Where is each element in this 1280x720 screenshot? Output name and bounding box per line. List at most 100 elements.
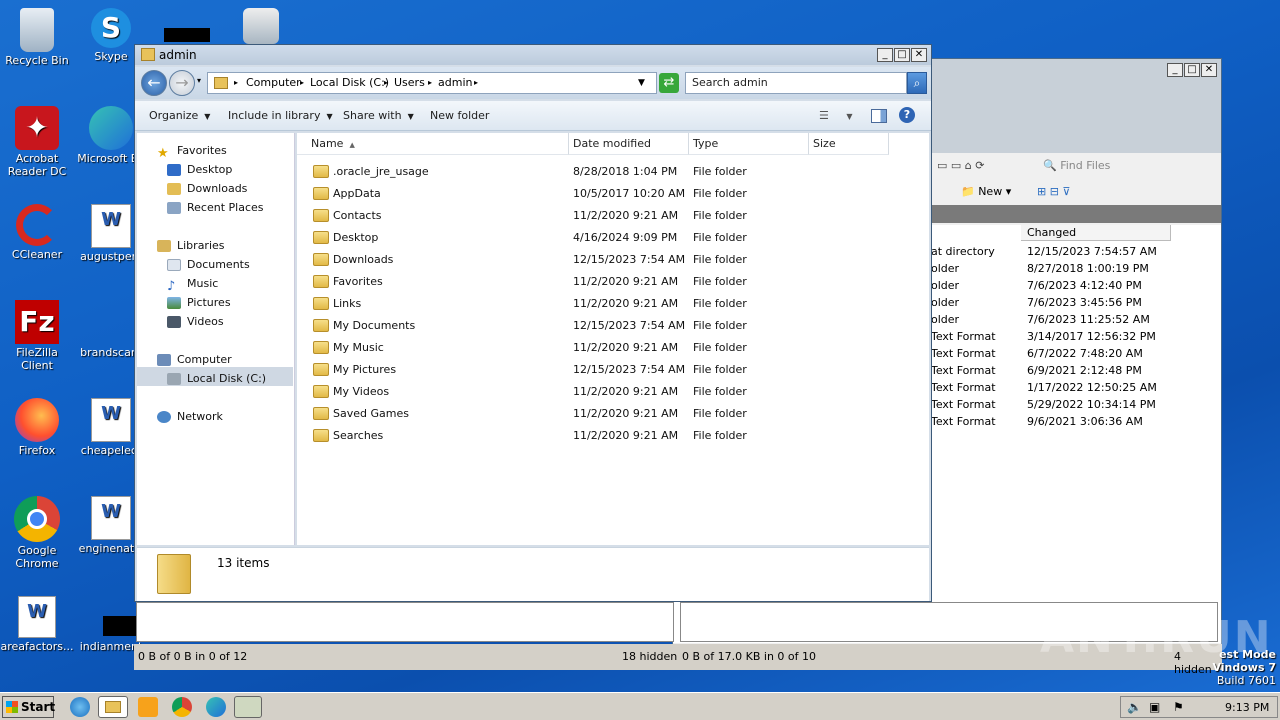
- desktop-icon-label: FileZilla Client: [16, 346, 58, 372]
- nav-music[interactable]: ♪ Music: [167, 275, 218, 294]
- start-button[interactable]: Start: [2, 696, 55, 718]
- column-header-name[interactable]: Name ▲: [297, 133, 569, 155]
- new-folder-button[interactable]: New folder: [430, 109, 489, 122]
- skype-icon: S: [91, 8, 131, 48]
- maximize-button[interactable]: □: [1184, 63, 1200, 77]
- blank-doc-icon: [89, 596, 147, 638]
- file-row[interactable]: .oracle_jre_usage 8/28/2018 1:04 PM File f…: [297, 161, 929, 183]
- videos-icon: [167, 316, 181, 328]
- nav-computer[interactable]: Computer: [157, 351, 232, 369]
- file-row[interactable]: Searches 11/2/2020 9:21 AM File folder: [297, 425, 929, 447]
- forward-button[interactable]: →: [169, 70, 195, 96]
- folder-icon: [313, 253, 329, 266]
- search-input[interactable]: Search admin: [685, 72, 907, 94]
- nav-recent-places[interactable]: Recent Places: [167, 199, 264, 217]
- find-files-button[interactable]: 🔍 Find Files: [1043, 159, 1110, 172]
- flag-icon[interactable]: ⚑: [1173, 700, 1184, 714]
- file-row[interactable]: My Pictures 12/15/2023 7:54 AM File folder: [297, 359, 929, 381]
- refresh-button[interactable]: ⇄: [659, 73, 679, 93]
- include-in-library-button[interactable]: Include in library ▼: [228, 109, 333, 122]
- nav-downloads[interactable]: Downloads: [167, 180, 247, 198]
- desktop-icon-label: brandscare: [80, 346, 142, 359]
- close-button[interactable]: ✕: [911, 48, 927, 62]
- plus-icon[interactable]: ⊞ ⊟ ⊽: [1037, 185, 1070, 198]
- column-header-changed[interactable]: Changed: [1021, 225, 1171, 241]
- desktop-icon-chrome[interactable]: Google Chrome: [0, 496, 74, 570]
- desktop-icon-acrobat[interactable]: ✦ Acrobat Reader DC: [0, 106, 74, 178]
- pictures-icon: [167, 297, 181, 309]
- media-player-icon[interactable]: [138, 697, 158, 717]
- nav-local-disk[interactable]: Local Disk (C:): [167, 370, 266, 388]
- share-with-button[interactable]: Share with ▼: [343, 109, 414, 122]
- desktop-icon-firefox[interactable]: Firefox: [0, 398, 74, 457]
- file-row[interactable]: Saved Games 11/2/2020 9:21 AM File folder: [297, 403, 929, 425]
- address-dropdown-icon[interactable]: ▼: [638, 78, 645, 88]
- breadcrumb-computer[interactable]: Computer: [246, 76, 301, 89]
- file-row[interactable]: AppData 10/5/2017 10:20 AM File folder: [297, 183, 929, 205]
- chrome-taskbar-icon[interactable]: [172, 697, 192, 717]
- file-row[interactable]: My Documents 12/15/2023 7:54 AM File folde…: [297, 315, 929, 337]
- nav-desktop[interactable]: Desktop: [167, 161, 232, 179]
- back-button[interactable]: ←: [141, 70, 167, 96]
- nav-documents[interactable]: Documents: [167, 256, 250, 274]
- edge-taskbar-icon[interactable]: [206, 697, 226, 717]
- breadcrumb-local-disk[interactable]: Local Disk (C:): [310, 76, 389, 89]
- nav-videos[interactable]: Videos: [167, 313, 224, 331]
- explorer-window[interactable]: admin _ □ ✕ ← → ▾ ▸ Computer ▸ Local Dis…: [134, 44, 932, 602]
- search-icon[interactable]: ⌕: [907, 72, 927, 94]
- nav-libraries[interactable]: Libraries: [157, 237, 225, 255]
- folder-icon: [313, 297, 329, 310]
- downloads-icon: [167, 183, 181, 195]
- minimize-button[interactable]: _: [877, 48, 893, 62]
- column-header-type[interactable]: Type: [689, 133, 809, 155]
- maximize-button[interactable]: □: [894, 48, 910, 62]
- recent-pages-dropdown[interactable]: ▾: [197, 76, 201, 85]
- file-row[interactable]: Downloads 12/15/2023 7:54 AM File folder: [297, 249, 929, 271]
- nav-pictures[interactable]: Pictures: [167, 294, 231, 312]
- folder-icon: [313, 165, 329, 178]
- left-panel-bottom[interactable]: [136, 602, 674, 642]
- breadcrumb-admin[interactable]: admin: [438, 76, 472, 89]
- ie-icon[interactable]: [70, 697, 90, 717]
- file-row[interactable]: Links 11/2/2020 9:21 AM File folder: [297, 293, 929, 315]
- desktop-icon-filezilla[interactable]: Fz FileZilla Client: [0, 300, 74, 372]
- breadcrumb-users[interactable]: Users: [394, 76, 425, 89]
- network-tray-icon[interactable]: ▣: [1149, 700, 1160, 714]
- address-bar-row: ← → ▾ ▸ Computer ▸ Local Disk (C:) ▸ Use…: [135, 67, 931, 99]
- desktop-icon-areafactors[interactable]: W areafactors...: [0, 596, 74, 653]
- desktop-icon-recycle-bin[interactable]: Recycle Bin: [0, 8, 74, 67]
- status-left: 0 B of 0 B in 0 of 12: [138, 650, 248, 663]
- explorer-titlebar[interactable]: admin _ □ ✕: [135, 45, 931, 65]
- desktop-icon-label: Google Chrome: [15, 544, 59, 570]
- network-app-taskbar-icon[interactable]: [234, 696, 262, 718]
- desktop-icon-blank[interactable]: [150, 28, 224, 44]
- organize-button[interactable]: Organize ▼: [149, 109, 210, 122]
- new-button[interactable]: 📁 New ▾: [961, 185, 1011, 198]
- file-row[interactable]: Contacts 11/2/2020 9:21 AM File folder: [297, 205, 929, 227]
- column-header-size[interactable]: Size: [809, 133, 889, 155]
- close-button[interactable]: ✕: [1201, 63, 1217, 77]
- volume-icon[interactable]: 🔈: [1127, 700, 1142, 714]
- preview-pane-icon[interactable]: [871, 109, 887, 123]
- explorer-taskbar-icon[interactable]: [98, 696, 128, 718]
- music-icon: ♪: [167, 279, 176, 294]
- nav-favorites[interactable]: ★ Favorites: [157, 142, 227, 161]
- clock[interactable]: 9:13 PM: [1225, 701, 1269, 714]
- desktop-icon-ccleaner[interactable]: CCleaner: [0, 204, 74, 261]
- toolbar-icons: ▭ ▭ ⌂ ⟳: [937, 159, 985, 172]
- file-row[interactable]: My Music 11/2/2020 9:21 AM File folder: [297, 337, 929, 359]
- file-row[interactable]: My Videos 11/2/2020 9:21 AM File folder: [297, 381, 929, 403]
- navigation-pane[interactable]: ★ Favorites Desktop Downloads Recent Plac…: [137, 133, 295, 545]
- view-options-icon[interactable]: ☰ ▼: [819, 109, 853, 122]
- recycle-bin-icon: [20, 8, 54, 52]
- minimize-button[interactable]: _: [1167, 63, 1183, 77]
- desktop-icon-network-lock[interactable]: [224, 8, 298, 46]
- address-bar[interactable]: ▸ Computer ▸ Local Disk (C:) ▸ Users ▸ a…: [207, 72, 657, 94]
- file-row[interactable]: Desktop 4/16/2024 9:09 PM File folder: [297, 227, 929, 249]
- help-icon[interactable]: ?: [899, 107, 915, 123]
- nav-network[interactable]: Network: [157, 408, 223, 426]
- watermark-line: est Mode: [1219, 648, 1276, 661]
- column-header-date[interactable]: Date modified: [569, 133, 689, 155]
- file-list[interactable]: Name ▲ Date modified Type Size .oracle_jr…: [297, 133, 929, 545]
- file-row[interactable]: Favorites 11/2/2020 9:21 AM File folder: [297, 271, 929, 293]
